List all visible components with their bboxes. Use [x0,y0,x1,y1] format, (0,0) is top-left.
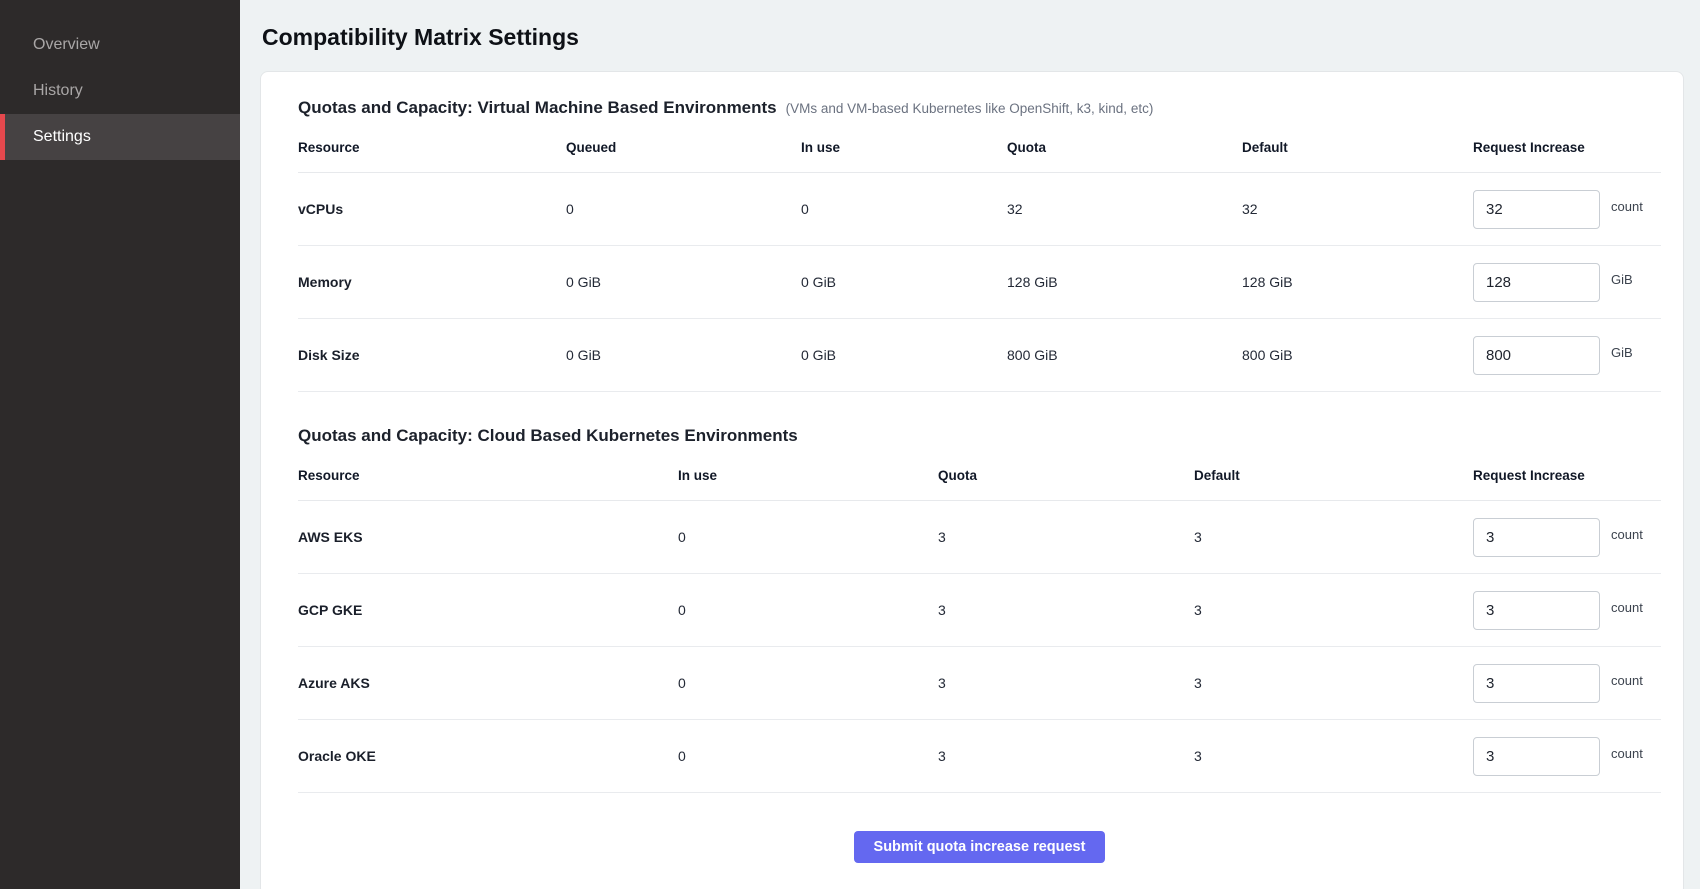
request-increase-group: count [1473,518,1661,557]
table-row: Oracle OKE 0 3 3 count [298,720,1661,793]
column-header-quota: Quota [1007,140,1242,155]
in-use-value: 0 [801,201,1007,217]
vm-section-subtitle: (VMs and VM-based Kubernetes like OpenSh… [786,101,1154,116]
sidebar-item-label: Overview [33,36,100,54]
unit-label: count [1611,527,1643,542]
request-increase-group: GiB [1473,263,1661,302]
unit-label: GiB [1611,272,1633,287]
quota-value: 800 GiB [1007,347,1242,363]
resource-name: vCPUs [298,201,566,217]
queued-value: 0 [566,201,801,217]
unit-label: count [1611,199,1643,214]
unit-label: count [1611,746,1643,761]
request-increase-group: count [1473,737,1661,776]
default-value: 32 [1242,201,1473,217]
unit-label: count [1611,600,1643,615]
sidebar: Overview History Settings [0,0,240,889]
column-header-resource: Resource [298,140,566,155]
sidebar-item-history[interactable]: History [0,68,240,114]
queued-value: 0 GiB [566,347,801,363]
quota-value: 32 [1007,201,1242,217]
request-increase-input-aws-eks[interactable] [1473,518,1600,557]
request-increase-group: count [1473,591,1661,630]
in-use-value: 0 [678,602,938,618]
resource-name: Memory [298,274,566,290]
resource-name: GCP GKE [298,602,678,618]
request-increase-group: count [1473,664,1661,703]
column-header-resource: Resource [298,468,678,483]
request-increase-input-azure-aks[interactable] [1473,664,1600,703]
cloud-table-header: Resource In use Quota Default Request In… [298,452,1661,501]
request-increase-input-vcpus[interactable] [1473,190,1600,229]
submit-row: Submit quota increase request [298,793,1661,871]
column-header-request-increase: Request Increase [1473,468,1661,483]
request-increase-group: count [1473,190,1661,229]
column-header-in-use: In use [678,468,938,483]
default-value: 800 GiB [1242,347,1473,363]
submit-quota-increase-button[interactable]: Submit quota increase request [854,831,1106,863]
quota-value: 3 [938,748,1194,764]
column-header-in-use: In use [801,140,1007,155]
table-row: AWS EKS 0 3 3 count [298,501,1661,574]
settings-card: Quotas and Capacity: Virtual Machine Bas… [260,71,1684,889]
cloud-section-title: Quotas and Capacity: Cloud Based Kuberne… [298,426,798,446]
queued-value: 0 GiB [566,274,801,290]
request-increase-input-oracle-oke[interactable] [1473,737,1600,776]
in-use-value: 0 [678,529,938,545]
request-increase-group: GiB [1473,336,1661,375]
default-value: 3 [1194,748,1473,764]
main-content: Compatibility Matrix Settings Quotas and… [240,0,1700,889]
cloud-section-header: Quotas and Capacity: Cloud Based Kuberne… [298,426,1661,446]
resource-name: AWS EKS [298,529,678,545]
table-row: vCPUs 0 0 32 32 count [298,173,1661,246]
request-increase-input-memory[interactable] [1473,263,1600,302]
in-use-value: 0 [678,675,938,691]
table-row: Disk Size 0 GiB 0 GiB 800 GiB 800 GiB Gi… [298,319,1661,392]
vm-section-title: Quotas and Capacity: Virtual Machine Bas… [298,98,777,118]
default-value: 3 [1194,529,1473,545]
table-row: GCP GKE 0 3 3 count [298,574,1661,647]
column-header-default: Default [1242,140,1473,155]
resource-name: Disk Size [298,347,566,363]
resource-name: Oracle OKE [298,748,678,764]
sidebar-item-settings[interactable]: Settings [0,114,240,160]
request-increase-input-disk-size[interactable] [1473,336,1600,375]
quota-value: 3 [938,675,1194,691]
in-use-value: 0 [678,748,938,764]
vm-table-header: Resource Queued In use Quota Default Req… [298,124,1661,173]
sidebar-item-label: History [33,82,83,100]
app-window: Overview History Settings Compatibility … [0,0,1700,889]
column-header-default: Default [1194,468,1473,483]
quota-value: 3 [938,602,1194,618]
page-title: Compatibility Matrix Settings [262,24,1684,51]
sidebar-item-label: Settings [33,128,91,146]
quota-value: 3 [938,529,1194,545]
table-row: Memory 0 GiB 0 GiB 128 GiB 128 GiB GiB [298,246,1661,319]
column-header-quota: Quota [938,468,1194,483]
resource-name: Azure AKS [298,675,678,691]
table-row: Azure AKS 0 3 3 count [298,647,1661,720]
vm-section-header: Quotas and Capacity: Virtual Machine Bas… [298,98,1661,118]
unit-label: count [1611,673,1643,688]
default-value: 3 [1194,602,1473,618]
column-header-queued: Queued [566,140,801,155]
column-header-request-increase: Request Increase [1473,140,1661,155]
unit-label: GiB [1611,345,1633,360]
request-increase-input-gcp-gke[interactable] [1473,591,1600,630]
default-value: 3 [1194,675,1473,691]
in-use-value: 0 GiB [801,274,1007,290]
quota-value: 128 GiB [1007,274,1242,290]
default-value: 128 GiB [1242,274,1473,290]
in-use-value: 0 GiB [801,347,1007,363]
sidebar-item-overview[interactable]: Overview [0,22,240,68]
